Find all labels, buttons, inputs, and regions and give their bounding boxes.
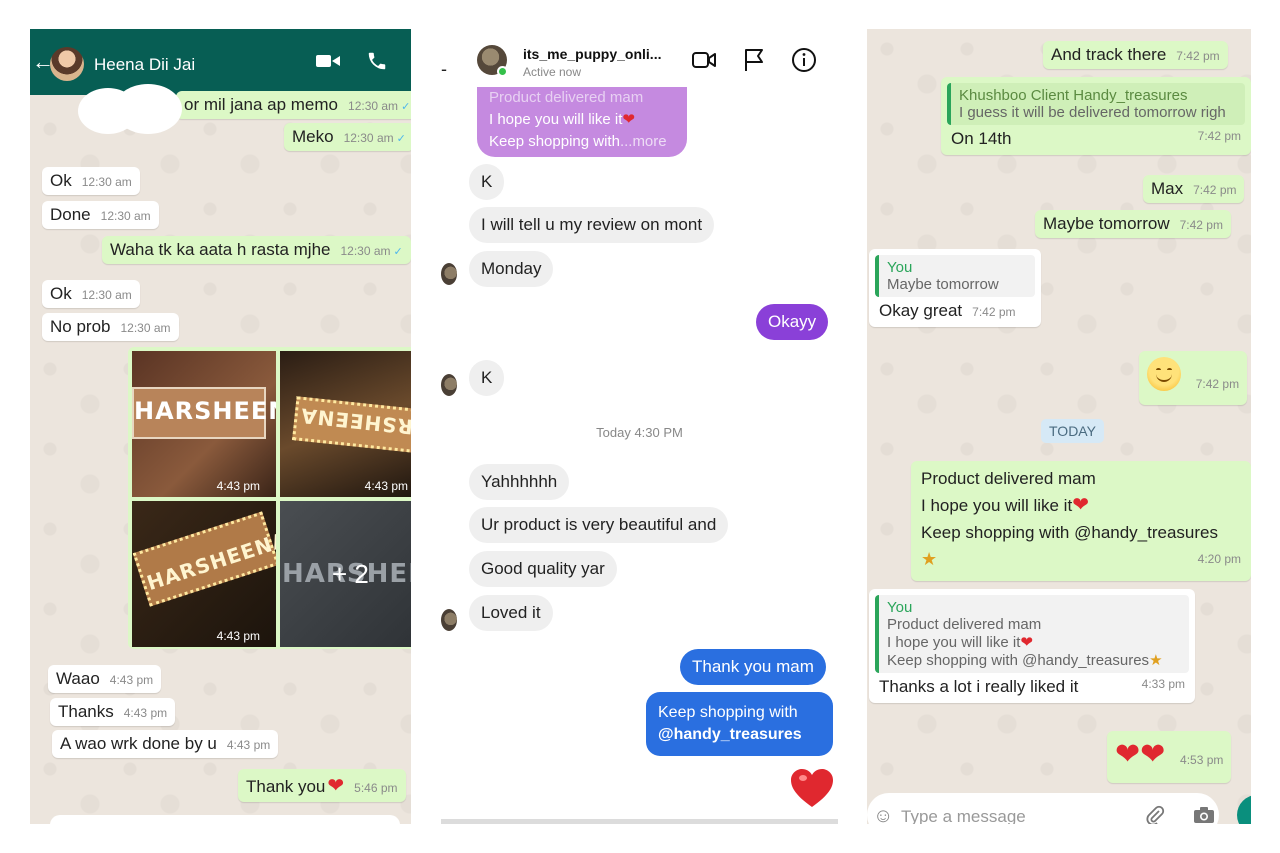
sender-avatar [441, 374, 457, 396]
message-bubble[interactable]: Thanks 4:43 pm [50, 698, 176, 726]
photo-thumbnail[interactable]: HARSHEENA 4:43 pm [280, 351, 411, 497]
camera-icon[interactable] [1193, 806, 1215, 824]
message-input[interactable] [50, 815, 400, 824]
mic-button[interactable] [1237, 795, 1251, 824]
divider [441, 819, 838, 824]
message-bubble[interactable]: 7:42 pm [1139, 351, 1248, 405]
sender-avatar [441, 609, 457, 631]
whatsapp-chat-panel-1: ← Heena Dii Jai or mil jana ap memo 12:30… [30, 29, 411, 824]
message-bubble[interactable]: Done 12:30 am [42, 201, 159, 229]
party-emoji-icon: ★ [1149, 652, 1163, 669]
message-bubble[interactable]: K [469, 164, 505, 200]
quoted-reply-bubble[interactable]: Khushboo Client Handy_treasures I guess … [941, 77, 1251, 155]
info-icon[interactable] [791, 47, 817, 73]
message-bubble[interactable]: Maybe tomorrow 7:42 pm [1035, 210, 1231, 238]
message-bubble[interactable]: Waao 4:43 pm [48, 665, 162, 693]
avatar[interactable] [50, 47, 84, 81]
party-emoji-icon: ★ [921, 549, 938, 569]
blurred-redaction [78, 84, 182, 134]
username[interactable]: its_me_puppy_onli... [523, 46, 661, 62]
heart-emoji-icon: ❤ [1072, 494, 1089, 516]
message-bubble[interactable]: Ok 12:30 am [42, 167, 140, 195]
message-bubble[interactable]: Max 7:42 pm [1143, 175, 1245, 203]
quoted-message-preview[interactable]: Product delivered mam I hope you will li… [477, 87, 687, 157]
read-tick-icon: ✓ [401, 101, 411, 113]
smiley-emoji-icon [1147, 357, 1181, 391]
heart-emoji-icon: ❤ [622, 111, 635, 128]
more-photos-count[interactable]: + 2 [332, 559, 369, 590]
message-bubble[interactable]: No prob 12:30 am [42, 313, 179, 341]
timestamp-separator: Today 4:30 PM [596, 425, 683, 440]
message-bubble[interactable]: Meko 12:30 am ✓ [284, 123, 411, 151]
message-bubble[interactable]: And track there 7:42 pm [1043, 41, 1228, 69]
heart-emoji-icon: ❤❤ [1115, 738, 1166, 771]
message-input-bar[interactable]: ☺ Type a message [867, 793, 1219, 824]
message-bubble[interactable]: Ok 12:30 am [42, 280, 140, 308]
message-bubble[interactable]: Product delivered mam I hope you will li… [911, 461, 1251, 581]
message-bubble[interactable]: Monday [469, 251, 554, 287]
message-bubble[interactable]: Keep shopping with @handy_treasures [646, 692, 833, 756]
quoted-message[interactable]: Khushboo Client Handy_treasures I guess … [947, 83, 1245, 125]
message-bubble[interactable]: A wao wrk done by u 4:43 pm [52, 730, 279, 758]
message-bubble[interactable]: Loved it [469, 595, 553, 631]
heart-emoji-icon: ❤ [327, 775, 345, 797]
chat-header: - its_me_puppy_onli... Active now [441, 29, 838, 91]
quoted-reply-bubble[interactable]: You Maybe tomorrow Okay great 7:42 pm [869, 249, 1041, 327]
quoted-message[interactable]: You Maybe tomorrow [875, 255, 1035, 297]
instagram-chat-panel: - its_me_puppy_onli... Active now Produc… [441, 29, 838, 824]
photo-gallery-bubble[interactable]: HARSHEENA 4:43 pm HARSHEENA 4:43 pm HARS… [128, 347, 411, 649]
message-bubble[interactable]: or mil jana ap memo 12:30 am ✓ [176, 91, 411, 119]
back-icon[interactable]: - [441, 59, 447, 80]
read-tick-icon: ✓ [393, 246, 403, 258]
message-bubble[interactable]: ❤❤ 4:53 pm [1107, 731, 1232, 783]
message-bubble[interactable]: Waha tk ka aata h rasta mjhe 12:30 am ✓ [102, 236, 411, 264]
photo-thumbnail[interactable]: HARSHEENA + 2 [280, 501, 411, 647]
message-input[interactable]: Type a message [901, 807, 1026, 824]
attach-icon[interactable] [1145, 805, 1165, 824]
message-bubble[interactable]: Good quality yar [469, 551, 617, 587]
active-status: Active now [523, 65, 582, 79]
heart-emoji-icon[interactable] [791, 769, 833, 809]
message-bubble[interactable]: K [469, 360, 505, 396]
heart-emoji-icon: ❤ [1020, 634, 1033, 651]
photo-thumbnail[interactable]: HARSHEENA 4:43 pm [132, 501, 276, 647]
video-call-icon[interactable] [691, 47, 717, 73]
online-status-dot [497, 66, 508, 77]
message-bubble[interactable]: Thank you ❤ 5:46 pm [238, 769, 406, 802]
quoted-message[interactable]: You Product delivered mam I hope you wil… [875, 595, 1189, 673]
message-bubble[interactable]: Yahhhhhh [469, 464, 570, 500]
whatsapp-chat-panel-2: And track there 7:42 pm Khushboo Client H… [867, 29, 1251, 824]
message-bubble[interactable]: Ur product is very beautiful and [469, 507, 729, 543]
sender-avatar [441, 263, 457, 285]
photo-thumbnail[interactable]: HARSHEENA 4:43 pm [132, 351, 276, 497]
message-bubble[interactable]: Okayy [756, 304, 829, 340]
message-bubble[interactable]: Thank you mam [680, 649, 826, 685]
date-chip: TODAY [1041, 419, 1104, 443]
flag-icon[interactable] [741, 47, 767, 73]
message-bubble[interactable]: I will tell u my review on mont [469, 207, 715, 243]
contact-name[interactable]: Heena Dii Jai [94, 55, 195, 75]
phone-call-icon[interactable] [366, 50, 388, 72]
quoted-reply-bubble[interactable]: You Product delivered mam I hope you wil… [869, 589, 1195, 703]
read-tick-icon: ✓ [396, 133, 406, 145]
emoji-picker-icon[interactable]: ☺ [873, 805, 893, 824]
video-call-icon[interactable] [316, 53, 340, 69]
